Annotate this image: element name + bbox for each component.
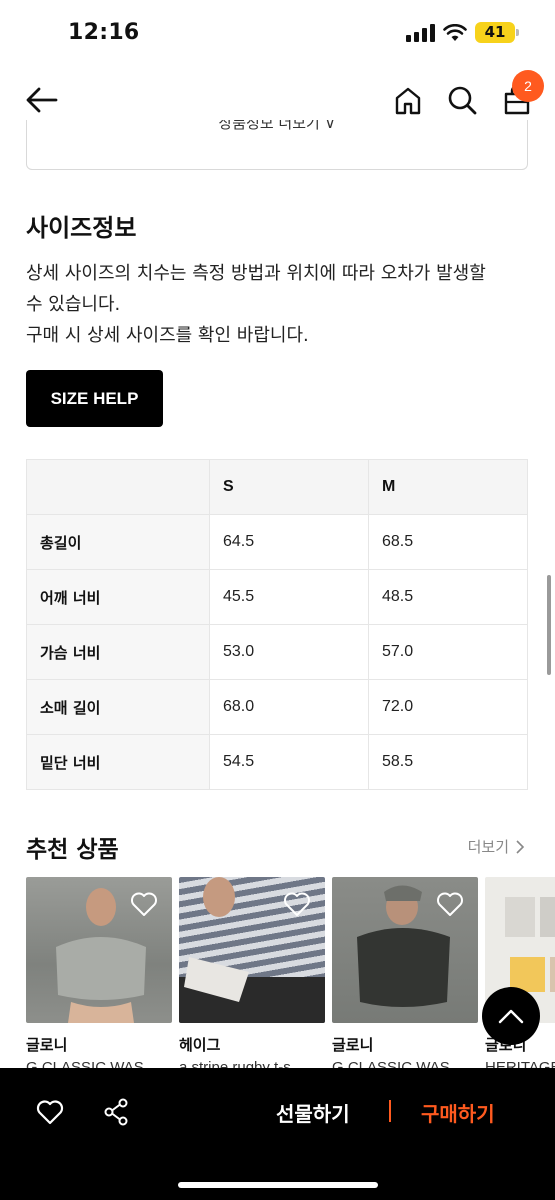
status-bar: 12:16 41: [0, 0, 555, 66]
more-link[interactable]: 더보기: [468, 836, 525, 857]
measure-value: 64.5: [209, 514, 369, 570]
size-table-header: S M: [26, 459, 528, 515]
heart-icon[interactable]: [130, 891, 158, 917]
table-row: 밑단 너비 54.5 58.5: [26, 734, 528, 790]
status-icons: 41: [406, 22, 519, 43]
buy-button[interactable]: 구매하기: [421, 1098, 495, 1127]
wishlist-heart-icon[interactable]: [36, 1099, 64, 1125]
product-brand: 헤이그: [179, 1036, 221, 1054]
size-help-button[interactable]: SIZE HELP: [26, 370, 163, 427]
back-arrow-icon[interactable]: [24, 84, 60, 116]
measure-value: 57.0: [368, 624, 528, 680]
home-indicator: [178, 1182, 378, 1188]
table-row: 소매 길이 68.0 72.0: [26, 679, 528, 735]
size-table: S M 총길이 64.5 68.5 어깨 너비 45.5 48.5 가슴 너비 …: [26, 459, 528, 790]
wifi-icon: [443, 23, 467, 41]
measure-value: 68.0: [209, 679, 369, 735]
scrollbar[interactable]: [547, 575, 551, 675]
measure-value: 68.5: [368, 514, 528, 570]
measure-value: 72.0: [368, 679, 528, 735]
size-info-description: 상세 사이즈의 치수는 측정 방법과 위치에 따라 오차가 발생할 수 있습니다…: [26, 258, 536, 351]
table-row: 가슴 너비 53.0 57.0: [26, 624, 528, 680]
signal-icon: [406, 23, 435, 42]
size-column-m: M: [368, 459, 528, 515]
measure-label: 밑단 너비: [26, 734, 210, 790]
home-icon[interactable]: [392, 85, 424, 117]
product-card[interactable]: 헤이그 a stripe rugby t-s: [179, 877, 325, 1072]
chevron-up-icon: [498, 1009, 524, 1024]
battery-icon: 41: [475, 22, 519, 43]
size-column-s: S: [209, 459, 369, 515]
share-icon[interactable]: [103, 1098, 129, 1126]
status-time: 12:16: [68, 20, 140, 45]
gift-button[interactable]: 선물하기: [276, 1098, 350, 1127]
product-image[interactable]: [332, 877, 478, 1023]
measure-value: 54.5: [209, 734, 369, 790]
measure-label: 총길이: [26, 514, 210, 570]
scroll-to-top-button[interactable]: [482, 987, 540, 1045]
product-carousel[interactable]: 글로니 G CLASSIC WAS 헤이그 a stripe rugby t-s…: [26, 877, 555, 1072]
search-icon[interactable]: [446, 84, 478, 116]
recommended-title: 추천 상품: [26, 837, 119, 863]
size-info-title: 사이즈정보: [26, 214, 137, 242]
table-row: 총길이 64.5 68.5: [26, 514, 528, 570]
bottom-action-bar: 선물하기 구매하기: [0, 1068, 555, 1200]
measure-value: 45.5: [209, 569, 369, 625]
product-brand: 글로니: [332, 1036, 374, 1054]
product-card[interactable]: 글로니 G CLASSIC WAS: [332, 877, 478, 1072]
product-image[interactable]: [26, 877, 172, 1023]
table-row: 어깨 너비 45.5 48.5: [26, 569, 528, 625]
size-table-corner: [26, 459, 210, 515]
measure-value: 48.5: [368, 569, 528, 625]
measure-label: 어깨 너비: [26, 569, 210, 625]
product-card[interactable]: 글로니 G CLASSIC WAS: [26, 877, 172, 1072]
chevron-right-icon: [516, 839, 525, 854]
bottom-divider: [389, 1100, 391, 1122]
more-link-label: 더보기: [467, 838, 509, 856]
cart-count-badge: 2: [512, 70, 544, 102]
size-desc-line: 구매 시 상세 사이즈를 확인 바랍니다.: [26, 325, 309, 346]
measure-value: 58.5: [368, 734, 528, 790]
heart-icon[interactable]: [283, 891, 311, 917]
product-image[interactable]: [179, 877, 325, 1023]
product-brand: 글로니: [26, 1036, 68, 1054]
measure-value: 53.0: [209, 624, 369, 680]
measure-label: 가슴 너비: [26, 624, 210, 680]
top-nav: [0, 66, 555, 136]
size-desc-line: 상세 사이즈의 치수는 측정 방법과 위치에 따라 오차가 발생할: [26, 263, 486, 284]
heart-icon[interactable]: [436, 891, 464, 917]
size-desc-line: 수 있습니다.: [26, 294, 121, 315]
measure-label: 소매 길이: [26, 679, 210, 735]
